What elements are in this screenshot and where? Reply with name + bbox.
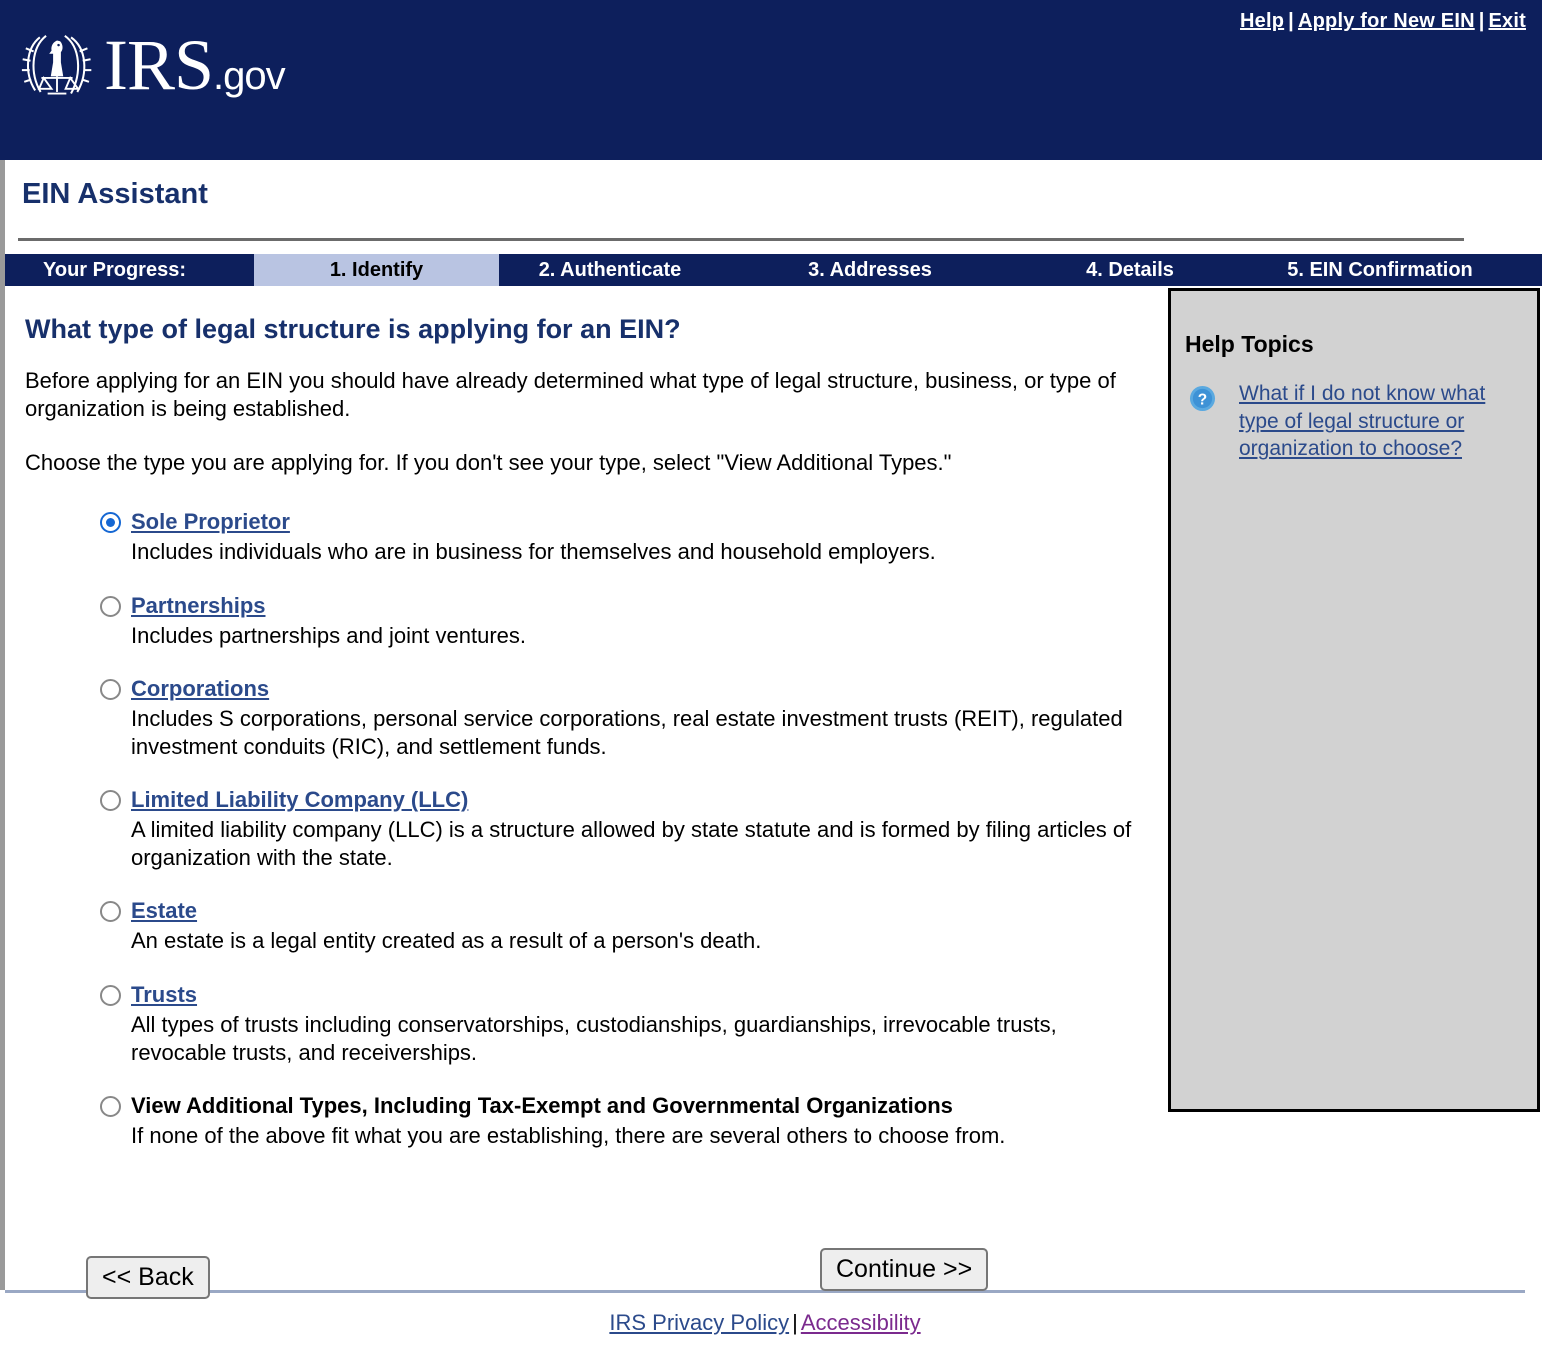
- option-title-view-additional-types: View Additional Types, Including Tax-Exe…: [131, 1092, 953, 1118]
- radio-estate[interactable]: [100, 901, 121, 923]
- top-links-separator-1: |: [1288, 10, 1294, 32]
- help-topic-link[interactable]: What if I do not know what type of legal…: [1239, 382, 1485, 460]
- option-limited-liability-company[interactable]: Limited Liability Company (LLC) A limite…: [5, 787, 1165, 872]
- irs-privacy-policy-link[interactable]: IRS Privacy Policy: [609, 1310, 789, 1335]
- progress-step-details[interactable]: 4. Details: [1050, 254, 1210, 286]
- irs-eagle-scales-emblem: [21, 34, 92, 95]
- content-heading: What type of legal structure is applying…: [25, 314, 681, 344]
- accessibility-link[interactable]: Accessibility: [801, 1310, 921, 1335]
- help-link[interactable]: Help: [1240, 10, 1284, 32]
- radio-trusts[interactable]: [100, 984, 121, 1006]
- radio-view-additional-types[interactable]: [100, 1095, 121, 1117]
- radio-sole-proprietor[interactable]: [100, 512, 121, 534]
- back-button[interactable]: << Back: [86, 1256, 210, 1299]
- progress-step-addresses[interactable]: 3. Addresses: [775, 254, 965, 286]
- main-content: What type of legal structure is applying…: [5, 286, 1165, 1176]
- title-divider: [18, 238, 1464, 241]
- radio-limited-liability-company[interactable]: [100, 790, 121, 812]
- irs-logo-gov: .gov: [213, 54, 286, 98]
- progress-step-identify[interactable]: 1. Identify: [254, 254, 499, 286]
- option-desc-view-additional-types: If none of the above fit what you are es…: [131, 1122, 1006, 1148]
- progress-bar: Your Progress: 1. Identify 2. Authentica…: [5, 254, 1542, 286]
- help-topics-heading: Help Topics: [1185, 331, 1314, 357]
- option-desc-sole-proprietor: Includes individuals who are in business…: [131, 539, 936, 565]
- top-utility-links: Help | Apply for New EIN | Exit: [1240, 10, 1526, 33]
- option-trusts[interactable]: Trusts All types of trusts including con…: [5, 982, 1165, 1067]
- option-desc-corporations: Includes S corporations, personal servic…: [131, 705, 1123, 759]
- option-partnerships[interactable]: Partnerships Includes partnerships and j…: [5, 593, 1165, 650]
- page-title: EIN Assistant: [22, 178, 208, 210]
- option-desc-limited-liability-company: A limited liability company (LLC) is a s…: [131, 817, 1132, 871]
- option-estate[interactable]: Estate An estate is a legal entity creat…: [5, 898, 1165, 955]
- progress-label: Your Progress:: [43, 259, 186, 281]
- option-title-trusts[interactable]: Trusts: [131, 982, 197, 1008]
- option-desc-trusts: All types of trusts including conservato…: [131, 1011, 1057, 1065]
- top-links-separator-2: |: [1478, 10, 1485, 32]
- option-desc-partnerships: Includes partnerships and joint ventures…: [131, 622, 527, 648]
- option-desc-estate: An estate is a legal entity created as a…: [131, 928, 762, 954]
- continue-button[interactable]: Continue >>: [820, 1248, 989, 1291]
- apply-new-ein-link[interactable]: Apply for New EIN: [1298, 10, 1475, 32]
- intro-paragraph-1: Before applying for an EIN you should ha…: [25, 368, 1116, 422]
- exit-link[interactable]: Exit: [1489, 10, 1526, 32]
- irs-logo[interactable]: IRS.gov: [18, 24, 286, 110]
- option-view-additional-types[interactable]: View Additional Types, Including Tax-Exe…: [5, 1093, 1165, 1150]
- option-title-corporations[interactable]: Corporations: [131, 676, 269, 702]
- radio-corporations[interactable]: [100, 678, 121, 700]
- progress-step-ein-confirmation[interactable]: 5. EIN Confirmation: [1245, 254, 1515, 286]
- intro-paragraph-2: Choose the type you are applying for. If…: [25, 450, 952, 476]
- svg-text:?: ?: [1198, 391, 1207, 408]
- option-title-sole-proprietor[interactable]: Sole Proprietor: [131, 509, 290, 535]
- masthead: Help | Apply for New EIN | Exit IRS.gov: [0, 0, 1542, 160]
- option-title-partnerships[interactable]: Partnerships: [131, 593, 266, 619]
- legal-structure-options: Sole Proprietor Includes individuals who…: [5, 509, 1165, 1150]
- option-sole-proprietor[interactable]: Sole Proprietor Includes individuals who…: [5, 509, 1165, 566]
- question-mark-icon: ?: [1189, 385, 1216, 412]
- help-topic-item[interactable]: ? What if I do not know what type of leg…: [1185, 380, 1523, 463]
- radio-partnerships[interactable]: [100, 595, 121, 617]
- footer-links-separator: |: [792, 1310, 798, 1335]
- footer-links: IRS Privacy Policy | Accessibility: [0, 1310, 1530, 1336]
- progress-step-authenticate[interactable]: 2. Authenticate: [510, 254, 710, 286]
- footer-divider: [5, 1290, 1525, 1293]
- page-frame: Help | Apply for New EIN | Exit IRS.gov …: [0, 0, 1542, 1366]
- help-topics-panel: Help Topics ? What if I do not know what…: [1168, 288, 1540, 1112]
- irs-logo-text: IRS.gov: [104, 25, 286, 105]
- option-title-limited-liability-company[interactable]: Limited Liability Company (LLC): [131, 787, 468, 813]
- option-corporations[interactable]: Corporations Includes S corporations, pe…: [5, 676, 1165, 761]
- option-title-estate[interactable]: Estate: [131, 898, 197, 924]
